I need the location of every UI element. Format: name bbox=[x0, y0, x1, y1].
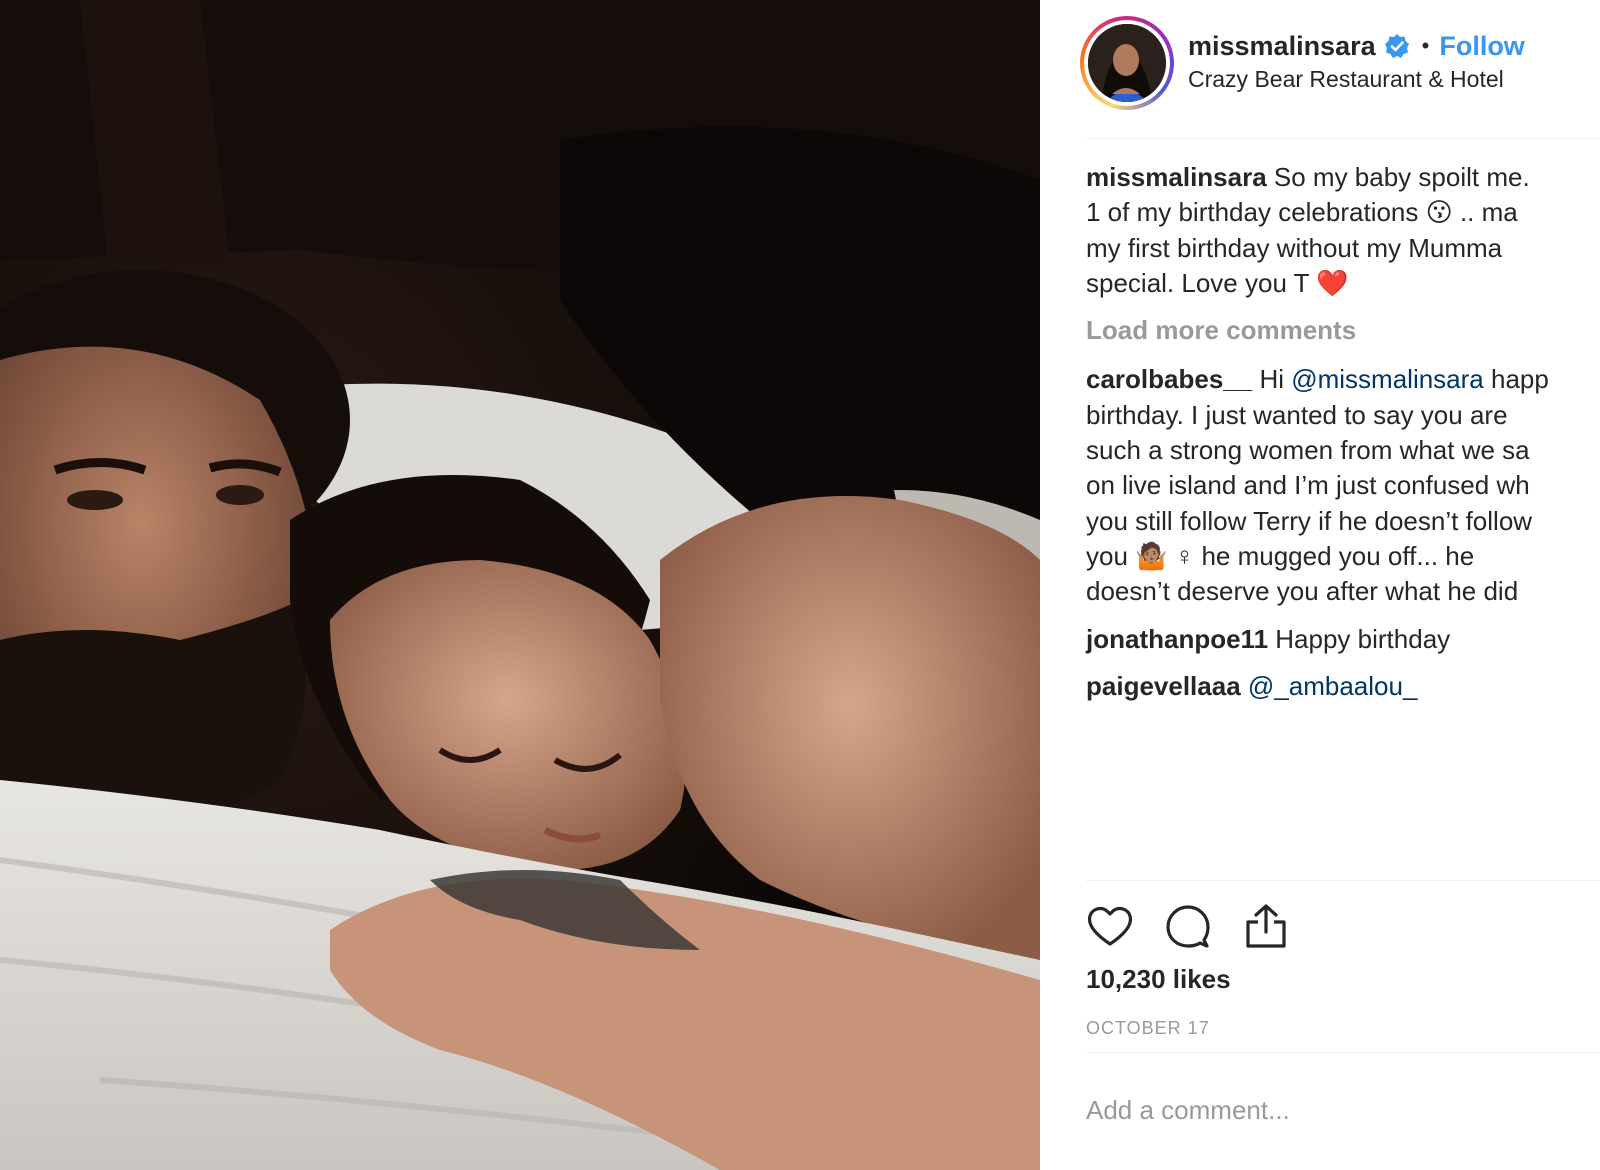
post-side-panel: missmalinsara • Follow Crazy Bear Restau… bbox=[1040, 0, 1600, 1170]
comment: carolbabes__ Hi @missmalinsara happ birt… bbox=[1086, 362, 1600, 609]
comment-box-divider bbox=[1086, 1052, 1600, 1053]
comment: paigevellaaa @_ambaalou_ bbox=[1086, 669, 1600, 704]
heart-icon[interactable] bbox=[1086, 902, 1134, 950]
caption: missmalinsara So my baby spoilt me. 1 of… bbox=[1086, 160, 1600, 301]
share-icon[interactable] bbox=[1242, 902, 1290, 950]
likes-count[interactable]: 10,230 likes bbox=[1086, 964, 1231, 995]
post-photo[interactable] bbox=[0, 0, 1040, 1170]
load-more-comments-button[interactable]: Load more comments bbox=[1086, 313, 1600, 348]
comment-bubble-icon[interactable] bbox=[1164, 902, 1212, 950]
caption-username[interactable]: missmalinsara bbox=[1086, 162, 1267, 192]
comment-text-line: you 🤷🏽 ♀ he mugged you off... he bbox=[1086, 540, 1475, 571]
separator-dot: • bbox=[1421, 33, 1430, 58]
comment-username[interactable]: paigevellaaa bbox=[1086, 671, 1241, 701]
comment-username[interactable]: carolbabes__ bbox=[1086, 364, 1252, 394]
comment-text-line: such a strong women from what we sa bbox=[1086, 435, 1530, 466]
avatar[interactable] bbox=[1088, 24, 1166, 102]
comment-text-line: you still follow Terry if he doesn’t fol… bbox=[1086, 505, 1533, 536]
comment: jonathanpoe11 Happy birthday bbox=[1086, 622, 1600, 657]
caption-text-line: 1 of my birthday celebrations 😗 .. ma bbox=[1086, 197, 1518, 228]
comment-username[interactable]: jonathanpoe11 bbox=[1086, 624, 1268, 654]
comment-mention[interactable]: @missmalinsara bbox=[1291, 364, 1484, 394]
avatar-image bbox=[1088, 24, 1166, 102]
header-username-row: missmalinsara • Follow bbox=[1188, 26, 1525, 66]
author-username[interactable]: missmalinsara bbox=[1188, 31, 1376, 62]
story-ring[interactable] bbox=[1080, 16, 1174, 110]
comment-text-line: birthday. I just wanted to say you are bbox=[1086, 399, 1508, 430]
comment-text-line: on live island and I’m just confused wh bbox=[1086, 470, 1530, 501]
header-divider bbox=[1086, 138, 1600, 139]
post-date[interactable]: OCTOBER 17 bbox=[1086, 1018, 1210, 1039]
follow-button[interactable]: Follow bbox=[1439, 31, 1524, 62]
caption-text-line: my first birthday without my Mumma bbox=[1086, 232, 1503, 263]
verified-badge-icon bbox=[1384, 34, 1409, 58]
action-bar bbox=[1086, 902, 1320, 950]
avatar-frame bbox=[1084, 20, 1170, 106]
comment-text: Happy birthday bbox=[1268, 623, 1451, 654]
location-link[interactable]: Crazy Bear Restaurant & Hotel bbox=[1188, 66, 1504, 93]
post-header: missmalinsara • Follow Crazy Bear Restau… bbox=[1040, 0, 1600, 138]
comment-mention[interactable]: @_ambaalou_ bbox=[1248, 671, 1418, 701]
actions-divider bbox=[1086, 880, 1600, 881]
add-comment-input[interactable] bbox=[1086, 1092, 1566, 1128]
caption-text-line: So my baby spoilt me. bbox=[1266, 162, 1530, 192]
comment-text-line: doesn’t deserve you after what he did bbox=[1086, 576, 1519, 607]
couple-selfie-image bbox=[0, 0, 1040, 1170]
caption-text-line: special. Love you T ❤️ bbox=[1086, 267, 1349, 298]
comment-text: Hi bbox=[1252, 364, 1292, 395]
comments-list: missmalinsara So my baby spoilt me. 1 of… bbox=[1086, 160, 1600, 716]
comment-text: happ bbox=[1483, 364, 1549, 395]
